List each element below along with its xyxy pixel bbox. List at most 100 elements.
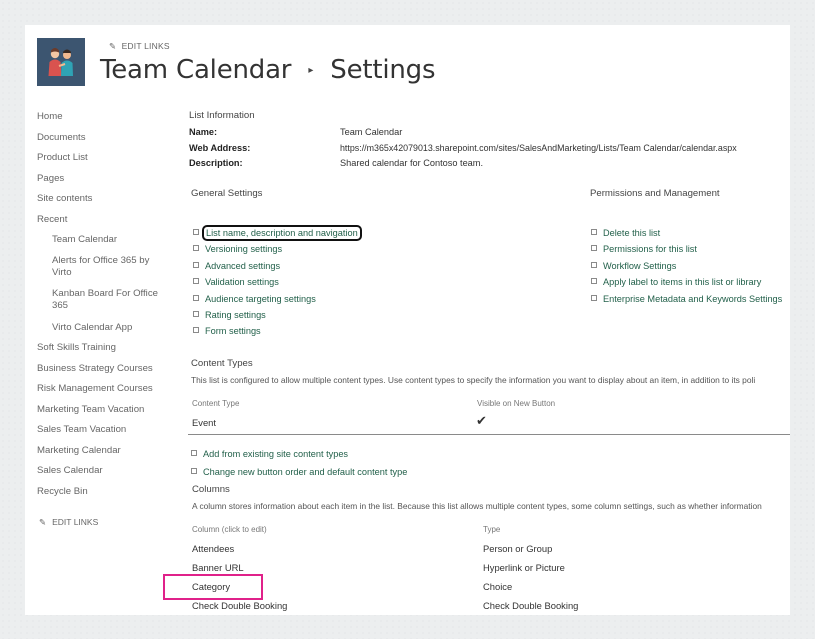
bullet-icon [193, 278, 199, 285]
nav-item-soft-skills[interactable]: Soft Skills Training [37, 342, 116, 353]
column-check-double-booking-type: Check Double Booking [483, 600, 579, 611]
nav-item-recent[interactable]: Recent [37, 214, 67, 225]
general-link-item: Form settings [193, 321, 359, 337]
bullet-icon [193, 245, 199, 252]
delete-list-link[interactable]: Delete this list [603, 228, 660, 238]
nav-recent-kanban[interactable]: Kanban Board For Office 365 [52, 288, 162, 312]
bullet-icon [591, 278, 597, 285]
general-link-item: List name, description and navigation [193, 223, 362, 241]
nav-recent-team-calendar[interactable]: Team Calendar [52, 234, 162, 246]
content-types-heading: Content Types [191, 358, 253, 369]
advanced-settings-link[interactable]: Advanced settings [205, 261, 280, 271]
edit-links-nav[interactable]: ✎ EDIT LINKS [39, 517, 98, 528]
breadcrumb-arrow-icon: ▸ [308, 65, 314, 76]
bullet-icon [193, 310, 199, 317]
edit-links-label: EDIT LINKS [121, 41, 170, 51]
bullet-icon [191, 468, 197, 474]
column-attendees-type: Person or Group [483, 543, 553, 554]
general-link-item: Audience targeting settings [193, 289, 359, 305]
enterprise-metadata-link[interactable]: Enterprise Metadata and Keywords Setting… [603, 294, 782, 304]
permissions-link-item: Delete this list [591, 223, 782, 239]
nav-item-documents[interactable]: Documents [37, 132, 86, 143]
bullet-icon [591, 294, 597, 301]
content-type-event[interactable]: Event [192, 417, 216, 428]
permissions-link-item: Permissions for this list [591, 239, 782, 255]
content-type-column-header: Content Type [192, 399, 240, 408]
nav-item-product-list[interactable]: Product List [37, 152, 88, 163]
bullet-icon [193, 294, 199, 301]
category-highlight-box [163, 574, 263, 600]
bullet-icon [591, 245, 597, 252]
general-settings-heading: General Settings [191, 188, 263, 199]
column-banner-url[interactable]: Banner URL [192, 562, 244, 573]
nav-item-marketing-calendar[interactable]: Marketing Calendar [37, 445, 121, 456]
settings-page: ✎ EDIT LINKS Team Calendar ▸ Settings Ho… [25, 25, 790, 615]
list-name-description-link[interactable]: List name, description and navigation [202, 225, 362, 241]
bullet-icon [191, 450, 197, 456]
web-address-label: Web Address: [189, 143, 251, 153]
nav-item-pages[interactable]: Pages [37, 173, 64, 184]
columns-heading: Columns [192, 484, 230, 495]
nav-item-risk-management[interactable]: Risk Management Courses [37, 383, 153, 394]
column-attendees[interactable]: Attendees [192, 543, 234, 554]
content-types-links: Add from existing site content types Cha… [191, 444, 407, 480]
title-link[interactable]: Team Calendar [100, 55, 291, 85]
people-logo-icon [37, 38, 85, 86]
permissions-heading: Permissions and Management [590, 188, 720, 199]
nav-item-sales-calendar[interactable]: Sales Calendar [37, 465, 103, 476]
nav-recent-virto-calendar[interactable]: Virto Calendar App [52, 322, 162, 334]
description-value: Shared calendar for Contoso team. [340, 158, 483, 168]
general-link-item: Versioning settings [193, 239, 359, 255]
column-category-type: Choice [483, 581, 513, 592]
edit-links-top[interactable]: ✎ EDIT LINKS [109, 41, 170, 52]
general-settings-list: List name, description and navigation Ve… [193, 223, 362, 338]
permissions-list: Delete this list Permissions for this li… [591, 223, 782, 305]
versioning-settings-link[interactable]: Versioning settings [205, 244, 282, 254]
table-divider [188, 434, 790, 435]
nav-item-home[interactable]: Home [37, 111, 63, 122]
list-permissions-link[interactable]: Permissions for this list [603, 244, 697, 254]
column-banner-url-type: Hyperlink or Picture [483, 562, 565, 573]
name-value: Team Calendar [340, 127, 403, 137]
audience-targeting-link[interactable]: Audience targeting settings [205, 294, 316, 304]
bullet-icon [193, 261, 199, 268]
nav-item-marketing-vacation[interactable]: Marketing Team Vacation [37, 404, 144, 415]
general-link-item: Validation settings [193, 272, 359, 288]
general-link-item: Advanced settings [193, 256, 359, 272]
list-info-heading: List Information [189, 110, 255, 121]
change-button-order-link[interactable]: Change new button order and default cont… [203, 467, 407, 477]
validation-settings-link[interactable]: Validation settings [205, 277, 279, 287]
columns-description: A column stores information about each i… [192, 501, 762, 511]
permissions-link-item: Apply label to items in this list or lib… [591, 272, 782, 288]
web-address-value: https://m365x42079013.sharepoint.com/sit… [340, 143, 737, 153]
nav-item-business-strategy[interactable]: Business Strategy Courses [37, 363, 153, 374]
nav-recent-alerts[interactable]: Alerts for Office 365 by Virto [52, 255, 162, 279]
pencil-icon: ✎ [109, 41, 117, 51]
column-check-double-booking[interactable]: Check Double Booking [192, 600, 287, 611]
title-settings: Settings [330, 55, 436, 85]
bullet-icon [193, 229, 199, 235]
nav-item-sales-vacation[interactable]: Sales Team Vacation [37, 424, 126, 435]
nav-item-site-contents[interactable]: Site contents [37, 193, 92, 204]
bullet-icon [591, 261, 597, 268]
checkmark-icon: ✔ [476, 413, 487, 428]
form-settings-link[interactable]: Form settings [205, 326, 261, 336]
rating-settings-link[interactable]: Rating settings [205, 310, 266, 320]
apply-label-link[interactable]: Apply label to items in this list or lib… [603, 277, 761, 287]
bullet-icon [591, 229, 597, 235]
general-link-item: Rating settings [193, 305, 359, 321]
bullet-icon [193, 327, 199, 334]
visible-column-header: Visible on New Button [477, 399, 556, 408]
column-type-header: Type [483, 525, 501, 534]
content-types-description: This list is configured to allow multipl… [191, 375, 756, 385]
content-type-link-item: Change new button order and default cont… [191, 462, 407, 480]
pencil-icon: ✎ [39, 517, 47, 527]
edit-links-nav-label: EDIT LINKS [52, 517, 99, 527]
permissions-link-item: Workflow Settings [591, 256, 782, 272]
description-label: Description: [189, 158, 243, 168]
add-content-types-link[interactable]: Add from existing site content types [203, 449, 348, 459]
nav-item-recycle-bin[interactable]: Recycle Bin [37, 486, 88, 497]
workflow-settings-link[interactable]: Workflow Settings [603, 261, 676, 271]
site-logo[interactable] [37, 38, 85, 86]
name-label: Name: [189, 127, 218, 137]
